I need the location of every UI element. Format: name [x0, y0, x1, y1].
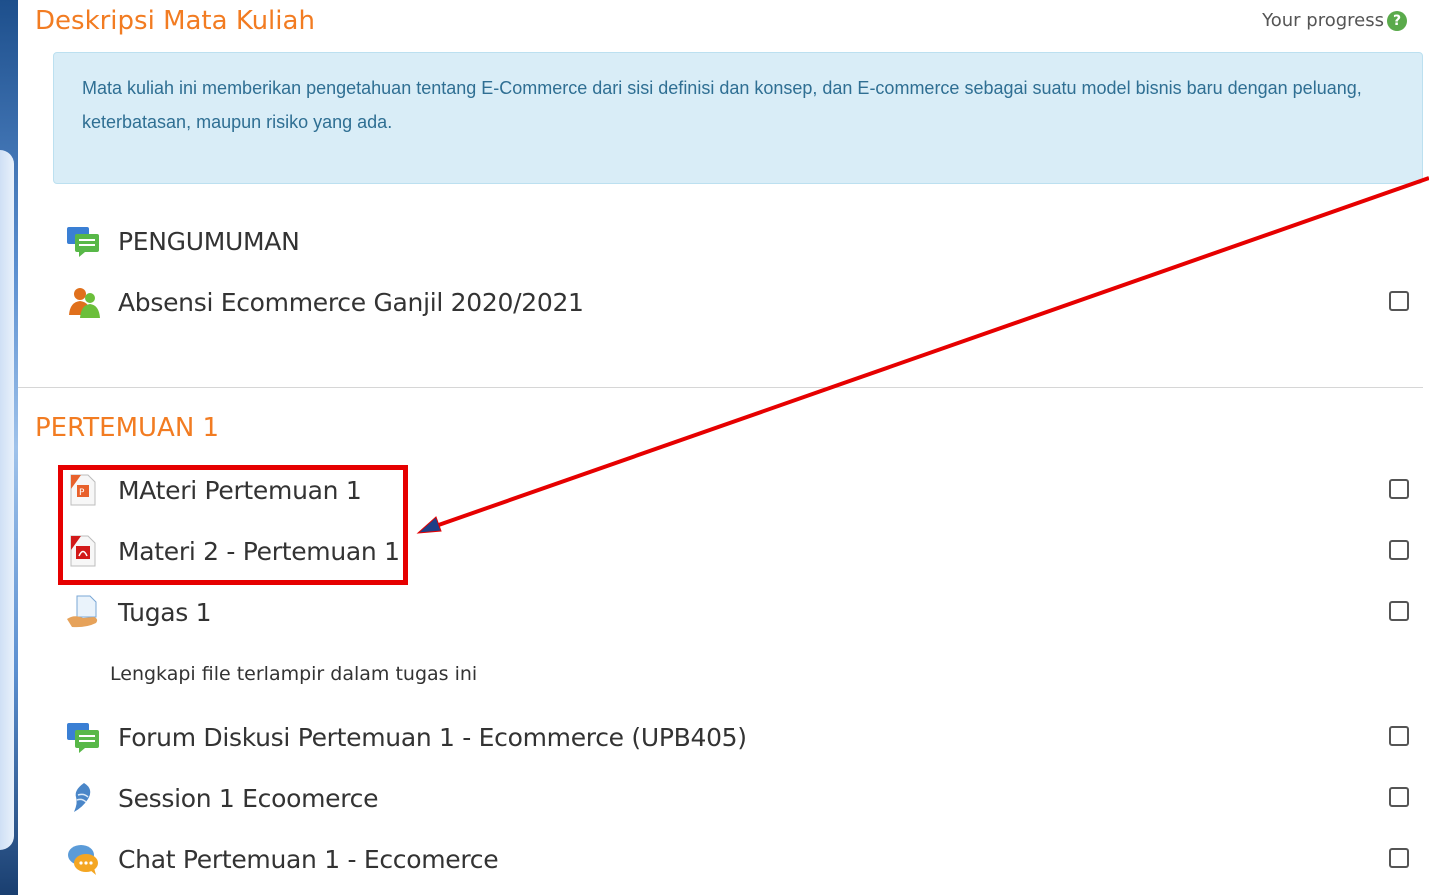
annotation-arrow	[416, 176, 1429, 534]
